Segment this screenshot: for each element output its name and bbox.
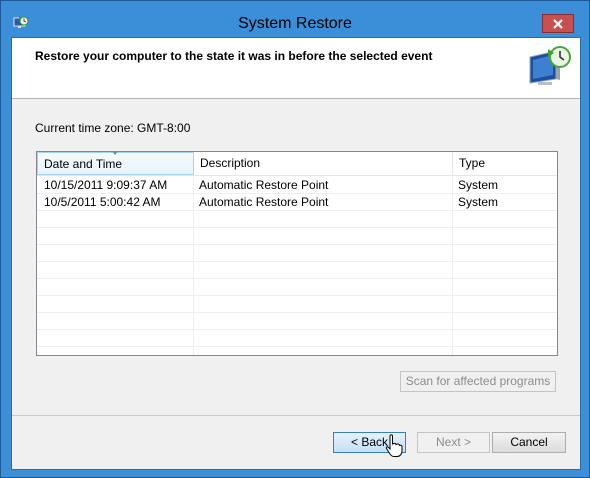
grid-line xyxy=(37,261,557,262)
restore-monitor-icon xyxy=(529,46,571,85)
grid-line xyxy=(37,312,557,313)
close-icon xyxy=(553,18,563,29)
column-header-label: Description xyxy=(200,156,261,170)
column-header-description[interactable]: Description xyxy=(194,152,453,175)
dialog-header: Restore your computer to the state it wa… xyxy=(12,38,580,99)
table-row[interactable]: 10/15/2011 9:09:37 AM Automatic Restore … xyxy=(37,177,557,194)
header-title: Restore your computer to the state it wa… xyxy=(35,49,433,63)
cell-type: System xyxy=(458,178,499,192)
grid-line xyxy=(37,244,557,245)
column-header-label: Type xyxy=(459,156,486,170)
column-header-date-time[interactable]: Date and Time xyxy=(37,152,194,175)
cell-description: Automatic Restore Point xyxy=(199,195,329,209)
scan-affected-programs-button[interactable]: Scan for affected programs xyxy=(400,371,556,392)
cell-description: Automatic Restore Point xyxy=(199,178,329,192)
cell-type: System xyxy=(458,195,499,209)
column-header-type[interactable]: Type xyxy=(453,152,557,175)
grid-line xyxy=(37,295,557,296)
grid-line xyxy=(37,278,557,279)
window-title: System Restore xyxy=(238,15,352,32)
system-restore-window: System Restore Restore your computer to … xyxy=(0,0,590,478)
grid-line xyxy=(37,346,557,347)
timezone-label: Current time zone: GMT-8:00 xyxy=(35,121,191,135)
close-button[interactable] xyxy=(542,14,574,33)
title-bar[interactable]: System Restore xyxy=(1,1,589,37)
sort-arrow-icon xyxy=(112,152,118,155)
divider xyxy=(12,415,580,416)
table-row[interactable]: 10/5/2011 5:00:42 AM Automatic Restore P… xyxy=(37,194,557,211)
list-header: Date and Time Description Type xyxy=(37,152,557,176)
grid-line xyxy=(37,227,557,228)
next-button[interactable]: Next > xyxy=(417,432,490,453)
cancel-button[interactable]: Cancel xyxy=(492,432,566,453)
cell-date: 10/5/2011 5:00:42 AM xyxy=(44,195,161,209)
mouse-pointer-icon xyxy=(385,434,403,457)
cell-date: 10/15/2011 9:09:37 AM xyxy=(44,178,168,192)
grid-line xyxy=(37,329,557,330)
column-header-label: Date and Time xyxy=(44,157,123,171)
dialog-client-area: Restore your computer to the state it wa… xyxy=(11,37,581,470)
restore-points-list[interactable]: Date and Time Description Type 10/15/201… xyxy=(36,151,558,356)
